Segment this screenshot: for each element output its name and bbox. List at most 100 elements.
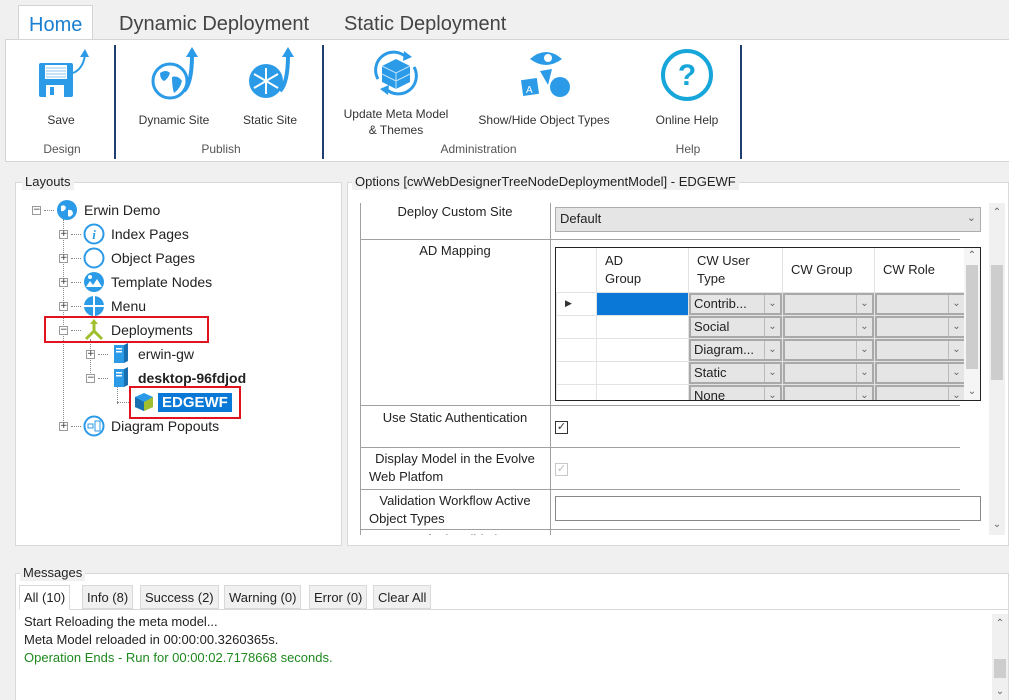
scroll-up-icon[interactable]: ⌃: [992, 616, 1008, 632]
expand-toggle[interactable]: +: [59, 301, 68, 311]
scroll-up-icon[interactable]: ⌃: [989, 205, 1005, 221]
display-model-checkbox[interactable]: ✓: [555, 463, 568, 476]
collapse-toggle[interactable]: −: [32, 205, 41, 215]
show-hide-object-types-label: Show/Hide Object Types: [478, 113, 610, 127]
layouts-panel: Layouts − Erwin Demo + i Index Pages + O…: [15, 174, 342, 546]
messages-scrollbar[interactable]: ⌃ ⌄: [992, 614, 1008, 700]
ad-grid-scrollbar[interactable]: ⌃ ⌄: [964, 248, 980, 400]
table-row[interactable]: Social ⌄ ⌄ ⌄: [556, 314, 967, 339]
layouts-title: Layouts: [22, 174, 74, 190]
tree-node-object-pages[interactable]: + Object Pages: [59, 247, 195, 269]
tab-info[interactable]: Info (8): [82, 585, 134, 609]
scroll-down-icon[interactable]: ⌄: [992, 684, 1008, 700]
tree-node-menu[interactable]: + Menu: [59, 295, 146, 317]
table-row[interactable]: Diagram... ⌄ ⌄ ⌄: [556, 337, 967, 362]
expand-toggle[interactable]: +: [59, 421, 68, 431]
use-static-auth-checkbox[interactable]: ✓: [555, 421, 568, 434]
column-header-cw-role[interactable]: CW Role: [874, 248, 967, 292]
chevron-down-icon: ⌄: [764, 317, 780, 336]
validation-workflow-input[interactable]: [555, 496, 981, 521]
update-meta-model-button[interactable]: Update Meta Model & Themes: [336, 45, 456, 138]
refresh-cube-icon: [374, 50, 418, 96]
cw-role-cell[interactable]: ⌄: [874, 291, 967, 316]
tab-error[interactable]: Error (0): [309, 585, 368, 609]
expand-toggle[interactable]: +: [59, 229, 68, 239]
scroll-thumb[interactable]: [966, 265, 978, 369]
tab-home[interactable]: Home: [18, 5, 94, 41]
popout-icon: [83, 415, 105, 437]
column-header-cw-user-type[interactable]: CW User Type: [688, 248, 783, 292]
tree-node-diagram-popouts[interactable]: + Diagram Popouts: [59, 415, 219, 437]
cw-group-cell[interactable]: ⌄: [782, 383, 875, 400]
cw-group-cell[interactable]: ⌄: [782, 291, 875, 316]
tree-label: Template Nodes: [111, 274, 213, 290]
chevron-down-icon: ⌄: [948, 340, 964, 359]
expand-toggle[interactable]: +: [59, 253, 68, 263]
ad-group-cell[interactable]: [596, 291, 689, 316]
message-line-success: Operation Ends - Run for 00:00:02.717866…: [24, 650, 333, 665]
scroll-thumb[interactable]: [994, 659, 1006, 678]
menu-icon: [84, 296, 104, 316]
deploy-custom-site-select[interactable]: Default ⌄: [555, 207, 981, 232]
show-hide-object-types-button[interactable]: A Show/Hide Object Types: [474, 47, 614, 128]
table-row[interactable]: Static ⌄ ⌄ ⌄: [556, 360, 967, 385]
message-line: Start Reloading the meta model...: [24, 614, 218, 629]
tab-static-deployment[interactable]: Static Deployment: [334, 5, 516, 40]
cw-role-cell[interactable]: ⌄: [874, 314, 967, 339]
column-header-ad-group[interactable]: AD Group: [596, 248, 689, 292]
options-panel: Options [cwWebDesignerTreeNodeDeployment…: [347, 174, 1009, 546]
chevron-down-icon: ⌄: [764, 386, 780, 400]
column-header-cw-group[interactable]: CW Group: [782, 248, 875, 292]
collapse-toggle[interactable]: −: [86, 373, 95, 383]
tree-label: Object Pages: [111, 250, 196, 266]
ad-group-cell[interactable]: [596, 360, 689, 385]
scroll-thumb[interactable]: [991, 265, 1003, 380]
tree-node-erwin-gw[interactable]: + erwin-gw: [86, 343, 194, 365]
expand-toggle[interactable]: +: [86, 349, 95, 359]
cw-role-cell[interactable]: ⌄: [874, 337, 967, 362]
grid-header-row: AD Group CW User Type CW Group CW Role: [556, 248, 967, 292]
tab-success[interactable]: Success (2): [140, 585, 219, 609]
tree-node-index-pages[interactable]: + i Index Pages: [59, 223, 189, 245]
cw-role-cell[interactable]: ⌄: [874, 360, 967, 385]
ad-mapping-label: AD Mapping: [419, 243, 491, 258]
scroll-down-icon[interactable]: ⌄: [964, 384, 980, 400]
chevron-down-icon: ⌄: [856, 386, 872, 400]
user-type-cell[interactable]: Diagram... ⌄: [688, 337, 783, 362]
user-type-cell[interactable]: Static ⌄: [688, 360, 783, 385]
ad-group-cell[interactable]: [596, 337, 689, 362]
update-meta-model-label: Update Meta Model & Themes: [336, 106, 456, 138]
help-icon: ?: [661, 49, 713, 101]
tree-node-template-nodes[interactable]: + Template Nodes: [59, 271, 212, 293]
dynamic-site-button[interactable]: Dynamic Site: [134, 47, 214, 128]
options-scrollbar[interactable]: ⌃ ⌄: [989, 203, 1005, 535]
static-site-button[interactable]: Static Site: [234, 47, 306, 128]
ad-group-cell[interactable]: [596, 383, 689, 400]
user-type-cell[interactable]: Contrib... ⌄: [688, 291, 783, 316]
chevron-down-icon: ⌄: [856, 317, 872, 336]
cw-group-cell[interactable]: ⌄: [782, 314, 875, 339]
highlight-box-deployments: [44, 316, 209, 343]
scroll-up-icon[interactable]: ⌃: [964, 248, 980, 264]
expand-toggle[interactable]: +: [59, 277, 68, 287]
user-type-cell[interactable]: None ⌄: [688, 383, 783, 400]
chevron-down-icon: ⌄: [948, 386, 964, 400]
scroll-down-icon[interactable]: ⌄: [989, 517, 1005, 533]
server-icon: [114, 343, 128, 363]
cw-role-cell[interactable]: ⌄: [874, 383, 967, 400]
ad-mapping-grid[interactable]: AD Group CW User Type CW Group CW Role ▶ C…: [555, 247, 981, 401]
tree-node-erwin-demo[interactable]: − Erwin Demo: [32, 199, 160, 221]
use-static-auth-label: Use Static Authentication: [382, 410, 528, 425]
cw-group-cell[interactable]: ⌄: [782, 337, 875, 362]
online-help-button[interactable]: ? Online Help: [649, 47, 725, 128]
save-button[interactable]: Save: [31, 47, 91, 128]
clear-all-button[interactable]: Clear All: [373, 585, 432, 609]
table-row[interactable]: ▶ Contrib... ⌄ ⌄ ⌄: [556, 291, 967, 316]
ad-group-cell[interactable]: [596, 314, 689, 339]
cw-group-cell[interactable]: ⌄: [782, 360, 875, 385]
table-row[interactable]: None ⌄ ⌄ ⌄: [556, 383, 967, 400]
tab-warning[interactable]: Warning (0): [224, 585, 302, 609]
tab-all[interactable]: All (10): [19, 585, 71, 610]
tab-dynamic-deployment[interactable]: Dynamic Deployment: [109, 5, 319, 40]
user-type-cell[interactable]: Social ⌄: [688, 314, 783, 339]
